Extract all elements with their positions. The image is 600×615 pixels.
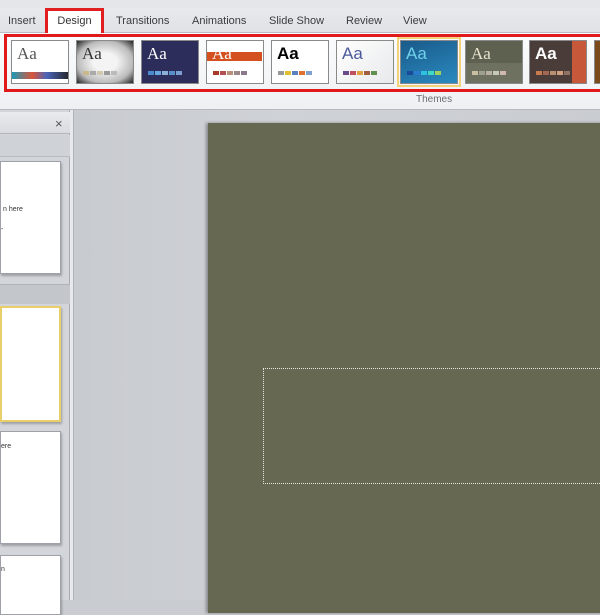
theme-color-swatches bbox=[83, 71, 117, 75]
tab-slide-show[interactable]: Slide Show bbox=[269, 10, 324, 32]
thumbnail-text: - bbox=[1, 226, 4, 233]
theme-thumbnail[interactable]: Aa bbox=[336, 40, 394, 84]
theme-thumbnail[interactable]: Aa bbox=[11, 40, 69, 84]
theme-thumbnail[interactable]: Aa bbox=[271, 40, 329, 84]
ribbon-tab-bar: Insert Design Transitions Animations Sli… bbox=[0, 8, 600, 33]
theme-sample-text: Aa bbox=[82, 44, 102, 63]
title-bar: Your Introduction Here - Microsoft Power… bbox=[0, 0, 600, 8]
panel-splitter[interactable] bbox=[70, 110, 74, 600]
theme-thumbnail[interactable] bbox=[594, 40, 600, 84]
close-icon[interactable]: × bbox=[55, 116, 63, 131]
theme-color-swatches bbox=[472, 71, 506, 75]
theme-sample-text: Aa bbox=[535, 44, 557, 63]
theme-accent-band bbox=[572, 41, 586, 83]
theme-thumbnail[interactable]: Aa bbox=[465, 40, 523, 84]
tab-transitions[interactable]: Transitions bbox=[116, 10, 169, 32]
slides-panel-header: × bbox=[0, 112, 70, 134]
theme-thumbnail[interactable]: Aa bbox=[141, 40, 199, 84]
slide-thumbnail[interactable]: n here - bbox=[0, 161, 61, 274]
slide-thumbnail[interactable]: ere bbox=[0, 431, 61, 544]
thumbnail-text: n here bbox=[3, 206, 23, 213]
theme-color-swatches bbox=[278, 71, 312, 75]
theme-color-swatches bbox=[148, 71, 182, 75]
text-placeholder[interactable] bbox=[263, 368, 600, 484]
current-slide[interactable] bbox=[208, 123, 600, 613]
theme-color-swatches bbox=[213, 71, 247, 75]
thumbnail-text: n bbox=[1, 566, 5, 573]
theme-sample-text: Aa bbox=[277, 44, 299, 63]
theme-thumbnail-selected[interactable]: Aa bbox=[397, 37, 461, 87]
theme-color-swatches bbox=[536, 71, 570, 75]
theme-thumbnail[interactable]: Aa bbox=[529, 40, 587, 84]
theme-color-swatches bbox=[407, 71, 441, 75]
window-title: Your Introduction Here - Microsoft Power… bbox=[355, 0, 578, 3]
tab-design[interactable]: Design bbox=[45, 8, 104, 33]
panel-separator bbox=[0, 284, 70, 304]
theme-sample-text: Aa bbox=[147, 44, 167, 63]
tab-insert[interactable]: Insert bbox=[8, 10, 36, 32]
tab-review[interactable]: Review bbox=[346, 10, 382, 32]
theme-sample-text: Aa bbox=[471, 44, 491, 63]
tab-view[interactable]: View bbox=[403, 10, 427, 32]
tab-animations[interactable]: Animations bbox=[192, 10, 246, 32]
theme-thumbnail[interactable]: Aa bbox=[76, 40, 134, 84]
slide-thumbnail[interactable]: n bbox=[0, 555, 61, 615]
theme-sample-text: Aa bbox=[212, 44, 232, 63]
theme-color-swatches bbox=[343, 71, 377, 75]
theme-color-bar bbox=[12, 72, 68, 79]
slide-thumbnail-selected[interactable] bbox=[0, 306, 61, 422]
theme-sample-text: Aa bbox=[17, 44, 37, 63]
slides-panel: × n here - ere n bbox=[0, 110, 70, 615]
theme-thumbnail[interactable]: Aa bbox=[206, 40, 264, 84]
slides-panel-toolbar bbox=[0, 135, 70, 157]
theme-sample-text: Aa bbox=[342, 44, 363, 63]
theme-sample-text: Aa bbox=[406, 44, 427, 63]
thumbnail-text: ere bbox=[1, 443, 12, 450]
ribbon-panel: Aa Aa Aa Aa Aa Aa Aa Aa Aa Themes bbox=[0, 33, 600, 110]
